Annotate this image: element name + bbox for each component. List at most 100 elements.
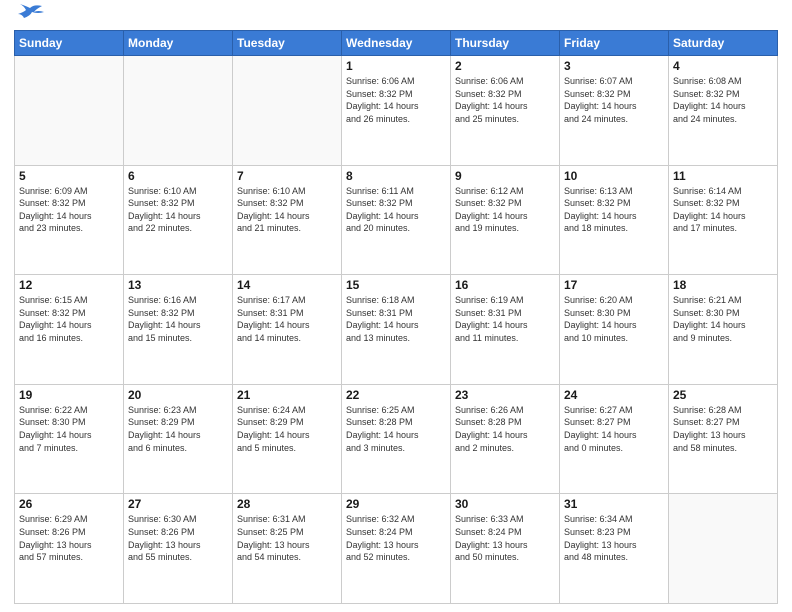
day-info: Sunrise: 6:06 AM Sunset: 8:32 PM Dayligh… (455, 75, 555, 125)
day-info: Sunrise: 6:08 AM Sunset: 8:32 PM Dayligh… (673, 75, 773, 125)
day-info: Sunrise: 6:14 AM Sunset: 8:32 PM Dayligh… (673, 185, 773, 235)
day-info: Sunrise: 6:23 AM Sunset: 8:29 PM Dayligh… (128, 404, 228, 454)
day-number: 12 (19, 278, 119, 292)
day-info: Sunrise: 6:24 AM Sunset: 8:29 PM Dayligh… (237, 404, 337, 454)
table-row: 26Sunrise: 6:29 AM Sunset: 8:26 PM Dayli… (15, 494, 124, 604)
day-number: 20 (128, 388, 228, 402)
day-info: Sunrise: 6:10 AM Sunset: 8:32 PM Dayligh… (237, 185, 337, 235)
table-row: 9Sunrise: 6:12 AM Sunset: 8:32 PM Daylig… (451, 165, 560, 275)
table-row: 27Sunrise: 6:30 AM Sunset: 8:26 PM Dayli… (124, 494, 233, 604)
day-number: 23 (455, 388, 555, 402)
col-wednesday: Wednesday (342, 31, 451, 56)
table-row: 19 Sunrise: 6:22 AM Sunset: 8:30 PM Dayli… (15, 384, 124, 494)
day-number: 16 (455, 278, 555, 292)
table-row: 6 Sunrise: 6:10 AM Sunset: 8:32 PM Daylig… (124, 165, 233, 275)
day-info: Sunrise: 6:19 AM Sunset: 8:31 PM Dayligh… (455, 294, 555, 344)
col-friday: Friday (560, 31, 669, 56)
table-row: 20 Sunrise: 6:23 AM Sunset: 8:29 PM Dayli… (124, 384, 233, 494)
table-row: 29 Sunrise: 6:32 AM Sunset: 8:24 PM Dayli… (342, 494, 451, 604)
table-row: 12Sunrise: 6:15 AM Sunset: 8:32 PM Dayli… (15, 275, 124, 385)
day-info: Sunrise: 6:20 AM Sunset: 8:30 PM Dayligh… (564, 294, 664, 344)
calendar: Sunday Monday Tuesday Wednesday Thursday… (14, 30, 778, 604)
day-number: 19 (19, 388, 119, 402)
day-info: Sunrise: 6:16 AM Sunset: 8:32 PM Dayligh… (128, 294, 228, 344)
day-number: 3 (564, 59, 664, 73)
day-number: 13 (128, 278, 228, 292)
day-number: 9 (455, 169, 555, 183)
table-row: 13 Sunrise: 6:16 AM Sunset: 8:32 PM Dayli… (124, 275, 233, 385)
table-row: 7 Sunrise: 6:10 AM Sunset: 8:32 PM Daylig… (233, 165, 342, 275)
col-monday: Monday (124, 31, 233, 56)
day-number: 30 (455, 497, 555, 511)
table-row: 1Sunrise: 6:06 AM Sunset: 8:32 PM Daylig… (342, 56, 451, 166)
day-info: Sunrise: 6:06 AM Sunset: 8:32 PM Dayligh… (346, 75, 446, 125)
day-info: Sunrise: 6:34 AM Sunset: 8:23 PM Dayligh… (564, 513, 664, 563)
day-info: Sunrise: 6:07 AM Sunset: 8:32 PM Dayligh… (564, 75, 664, 125)
day-number: 29 (346, 497, 446, 511)
table-row: 14Sunrise: 6:17 AM Sunset: 8:31 PM Dayli… (233, 275, 342, 385)
table-row: 3 Sunrise: 6:07 AM Sunset: 8:32 PM Daylig… (560, 56, 669, 166)
day-number: 15 (346, 278, 446, 292)
table-row: 21Sunrise: 6:24 AM Sunset: 8:29 PM Dayli… (233, 384, 342, 494)
table-row: 31 Sunrise: 6:34 AM Sunset: 8:23 PM Dayli… (560, 494, 669, 604)
day-number: 4 (673, 59, 773, 73)
calendar-week-row: 26Sunrise: 6:29 AM Sunset: 8:26 PM Dayli… (15, 494, 778, 604)
day-info: Sunrise: 6:09 AM Sunset: 8:32 PM Dayligh… (19, 185, 119, 235)
page: Sunday Monday Tuesday Wednesday Thursday… (0, 0, 792, 612)
day-number: 25 (673, 388, 773, 402)
col-thursday: Thursday (451, 31, 560, 56)
table-row: 30 Sunrise: 6:33 AM Sunset: 8:24 PM Dayli… (451, 494, 560, 604)
table-row (233, 56, 342, 166)
table-row: 25 Sunrise: 6:28 AM Sunset: 8:27 PM Dayli… (669, 384, 778, 494)
day-number: 22 (346, 388, 446, 402)
day-info: Sunrise: 6:29 AM Sunset: 8:26 PM Dayligh… (19, 513, 119, 563)
day-number: 17 (564, 278, 664, 292)
col-sunday: Sunday (15, 31, 124, 56)
table-row (15, 56, 124, 166)
day-number: 18 (673, 278, 773, 292)
col-saturday: Saturday (669, 31, 778, 56)
table-row: 16 Sunrise: 6:19 AM Sunset: 8:31 PM Dayli… (451, 275, 560, 385)
day-info: Sunrise: 6:21 AM Sunset: 8:30 PM Dayligh… (673, 294, 773, 344)
day-number: 28 (237, 497, 337, 511)
table-row: 18 Sunrise: 6:21 AM Sunset: 8:30 PM Dayli… (669, 275, 778, 385)
table-row: 23Sunrise: 6:26 AM Sunset: 8:28 PM Dayli… (451, 384, 560, 494)
day-number: 14 (237, 278, 337, 292)
logo (14, 10, 44, 24)
table-row: 15 Sunrise: 6:18 AM Sunset: 8:31 PM Dayli… (342, 275, 451, 385)
day-info: Sunrise: 6:28 AM Sunset: 8:27 PM Dayligh… (673, 404, 773, 454)
day-info: Sunrise: 6:31 AM Sunset: 8:25 PM Dayligh… (237, 513, 337, 563)
calendar-week-row: 12Sunrise: 6:15 AM Sunset: 8:32 PM Dayli… (15, 275, 778, 385)
calendar-header-row: Sunday Monday Tuesday Wednesday Thursday… (15, 31, 778, 56)
day-info: Sunrise: 6:18 AM Sunset: 8:31 PM Dayligh… (346, 294, 446, 344)
day-info: Sunrise: 6:22 AM Sunset: 8:30 PM Dayligh… (19, 404, 119, 454)
day-info: Sunrise: 6:33 AM Sunset: 8:24 PM Dayligh… (455, 513, 555, 563)
table-row: 10Sunrise: 6:13 AM Sunset: 8:32 PM Dayli… (560, 165, 669, 275)
table-row: 2 Sunrise: 6:06 AM Sunset: 8:32 PM Daylig… (451, 56, 560, 166)
day-info: Sunrise: 6:32 AM Sunset: 8:24 PM Dayligh… (346, 513, 446, 563)
calendar-week-row: 19 Sunrise: 6:22 AM Sunset: 8:30 PM Dayli… (15, 384, 778, 494)
table-row: 22 Sunrise: 6:25 AM Sunset: 8:28 PM Dayli… (342, 384, 451, 494)
day-info: Sunrise: 6:11 AM Sunset: 8:32 PM Dayligh… (346, 185, 446, 235)
day-info: Sunrise: 6:27 AM Sunset: 8:27 PM Dayligh… (564, 404, 664, 454)
day-number: 7 (237, 169, 337, 183)
day-info: Sunrise: 6:25 AM Sunset: 8:28 PM Dayligh… (346, 404, 446, 454)
table-row: 4 Sunrise: 6:08 AM Sunset: 8:32 PM Daylig… (669, 56, 778, 166)
calendar-week-row: 1Sunrise: 6:06 AM Sunset: 8:32 PM Daylig… (15, 56, 778, 166)
table-row: 28 Sunrise: 6:31 AM Sunset: 8:25 PM Dayli… (233, 494, 342, 604)
day-number: 10 (564, 169, 664, 183)
day-info: Sunrise: 6:30 AM Sunset: 8:26 PM Dayligh… (128, 513, 228, 563)
day-number: 6 (128, 169, 228, 183)
day-number: 31 (564, 497, 664, 511)
day-number: 5 (19, 169, 119, 183)
table-row: 8 Sunrise: 6:11 AM Sunset: 8:32 PM Daylig… (342, 165, 451, 275)
day-info: Sunrise: 6:10 AM Sunset: 8:32 PM Dayligh… (128, 185, 228, 235)
day-number: 2 (455, 59, 555, 73)
day-number: 24 (564, 388, 664, 402)
table-row (669, 494, 778, 604)
table-row: 24 Sunrise: 6:27 AM Sunset: 8:27 PM Dayli… (560, 384, 669, 494)
logo-bird-icon (16, 4, 44, 24)
day-number: 8 (346, 169, 446, 183)
day-number: 11 (673, 169, 773, 183)
table-row: 17 Sunrise: 6:20 AM Sunset: 8:30 PM Dayli… (560, 275, 669, 385)
